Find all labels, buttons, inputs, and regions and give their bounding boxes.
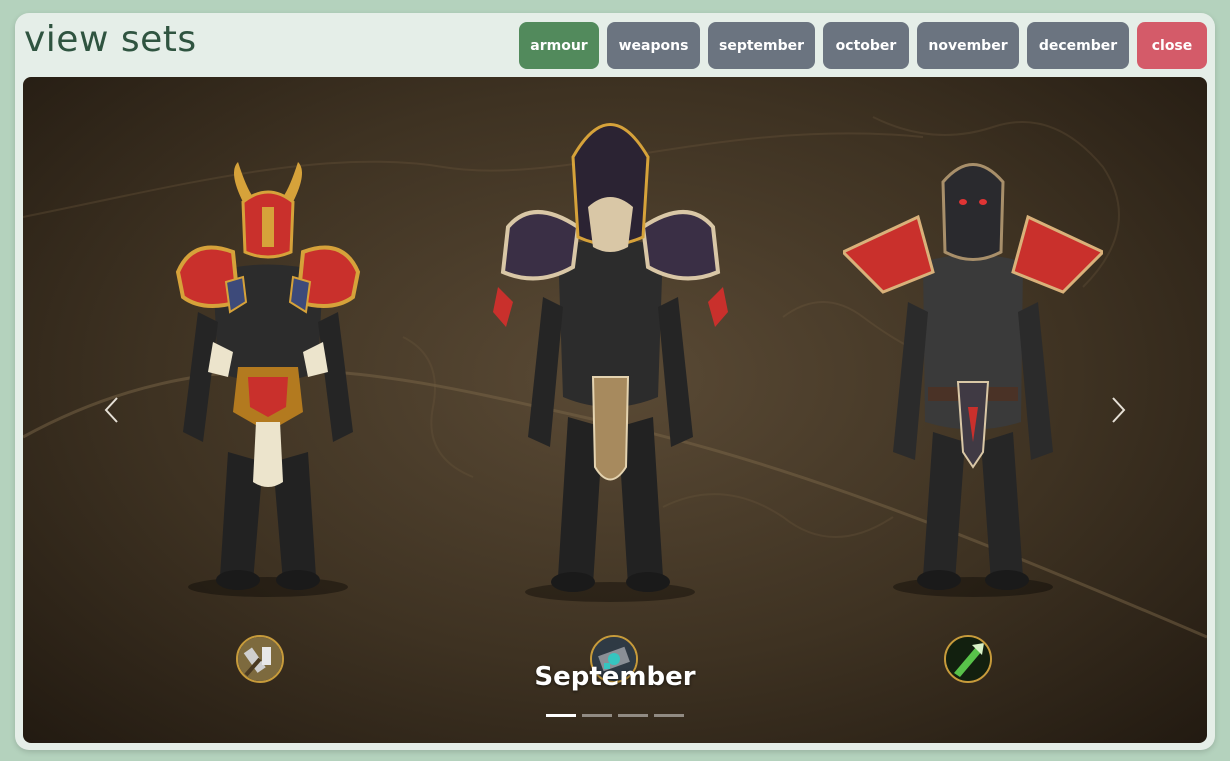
tab-weapons[interactable]: weapons <box>607 22 700 69</box>
armor-set-figure-3 <box>843 163 1103 597</box>
tab-bar: armour weapons september october novembe… <box>519 22 1207 69</box>
chevron-left-icon <box>104 397 118 423</box>
slide-indicator-4[interactable] <box>654 714 684 717</box>
armor-set-figure-2 <box>493 123 728 602</box>
next-slide-button[interactable] <box>1103 395 1133 425</box>
view-sets-modal: view sets armour weapons september octob… <box>15 13 1215 750</box>
tab-september[interactable]: september <box>708 22 815 69</box>
page-title: view sets <box>24 19 197 60</box>
previous-slide-button[interactable] <box>97 395 127 425</box>
slide-indicator-3[interactable] <box>618 714 648 717</box>
close-button[interactable]: close <box>1137 22 1207 69</box>
tab-november[interactable]: november <box>917 22 1019 69</box>
slide-indicators <box>546 714 684 717</box>
tab-october[interactable]: october <box>823 22 909 69</box>
slide-indicator-2[interactable] <box>582 714 612 717</box>
tab-december[interactable]: december <box>1027 22 1129 69</box>
tab-armour[interactable]: armour <box>519 22 599 69</box>
slide-caption: September <box>534 662 696 692</box>
chevron-right-icon <box>1112 397 1126 423</box>
slide-indicator-1[interactable] <box>546 714 576 717</box>
set-carousel: September <box>23 77 1207 743</box>
armor-set-figure-1 <box>175 162 361 597</box>
